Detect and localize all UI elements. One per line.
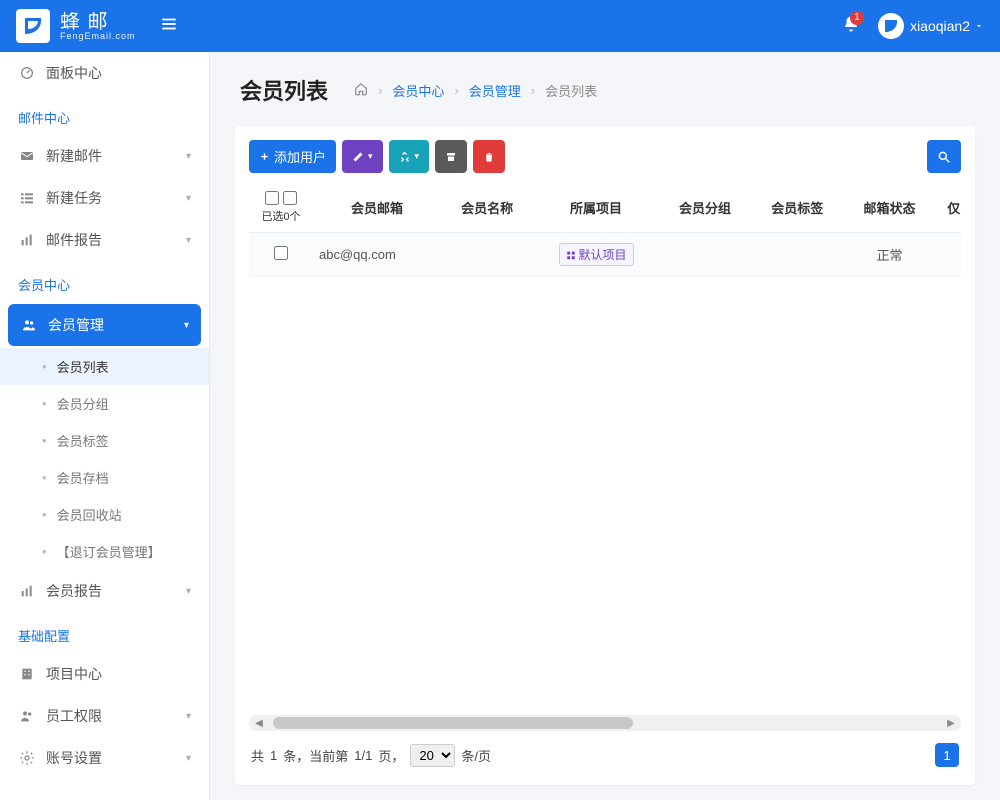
select-all-checkbox[interactable] [265, 191, 279, 205]
search-button[interactable] [927, 140, 961, 173]
col-name: 会员名称 [441, 183, 533, 233]
scrollbar-thumb[interactable] [273, 717, 633, 729]
col-extra: 仅 [936, 183, 961, 233]
dashboard-icon [18, 65, 36, 81]
chevron-down-icon: ▾ [186, 753, 191, 764]
sidebar-item-label: 员工权限 [46, 706, 102, 726]
chevron-down-icon: ▾ [186, 711, 191, 722]
sidebar-item-label: 邮件报告 [46, 230, 102, 250]
col-tag: 会员标签 [751, 183, 843, 233]
sidebar-item-member-report[interactable]: 会员报告 ▾ [0, 570, 209, 612]
sidebar-item-label: 面板中心 [46, 63, 102, 83]
pagination: 共 1 条，当前第 1/1 页， 20 条/页 1 [249, 731, 961, 771]
sidebar-item-member-manage[interactable]: 会员管理 ▾ [8, 304, 201, 346]
cell-status: 正常 [843, 233, 935, 277]
chart-icon [18, 583, 36, 599]
list-icon [18, 190, 36, 206]
sidebar-item-label: 项目中心 [46, 664, 102, 684]
chevron-down-icon: ▾ [184, 320, 189, 331]
col-group: 会员分组 [659, 183, 751, 233]
gear-icon [18, 750, 36, 766]
sidebar-sub-member-archive[interactable]: 会员存档 [0, 459, 209, 496]
chart-icon [18, 232, 36, 248]
sidebar-item-new-mail[interactable]: 新建邮件 ▾ [0, 135, 209, 177]
col-project: 所属项目 [533, 183, 658, 233]
sidebar-sub-unsubscribe[interactable]: 【退订会员管理】 [0, 533, 209, 570]
page-size-select[interactable]: 20 [410, 744, 455, 767]
sidebar-item-mail-report[interactable]: 邮件报告 ▾ [0, 219, 209, 261]
building-icon [18, 666, 36, 682]
chevron-down-icon: ▾ [186, 235, 191, 246]
brand-text: 蜂 邮 FengEmail.com [60, 12, 136, 41]
top-bar: 蜂 邮 FengEmail.com 1 xiaoqian2 [0, 0, 1000, 52]
sidebar-sub-member-list[interactable]: 会员列表 [0, 348, 209, 385]
envelope-icon [18, 148, 36, 164]
avatar [878, 13, 904, 39]
chevron-down-icon: ▾ [186, 193, 191, 204]
toolbar: 添加用户 ▾ ▾ [249, 140, 961, 173]
cell-group [659, 233, 751, 277]
sidebar-section-mail: 邮件中心 [0, 94, 209, 135]
cell-name [441, 233, 533, 277]
sidebar-sub-member-group[interactable]: 会员分组 [0, 385, 209, 422]
users-icon [20, 317, 38, 333]
chevron-down-icon: ▾ [186, 586, 191, 597]
users-icon [18, 708, 36, 724]
hamburger-menu-icon[interactable] [160, 15, 178, 38]
member-table: 已选0个 会员邮箱 会员名称 所属项目 会员分组 会员标签 邮箱状态 仅 操作 [249, 183, 961, 277]
sidebar-section-base: 基础配置 [0, 612, 209, 653]
project-tag[interactable]: 默认项目 [559, 243, 634, 266]
page-title: 会员列表 [240, 74, 328, 106]
scroll-left-icon[interactable]: ◀ [251, 715, 267, 731]
page-header: 会员列表 › 会员中心 › 会员管理 › 会员列表 [210, 52, 1000, 126]
sidebar-item-label: 账号设置 [46, 748, 102, 768]
scroll-right-icon[interactable]: ▶ [943, 715, 959, 731]
sidebar-sub-member-tag[interactable]: 会员标签 [0, 422, 209, 459]
sidebar-section-member: 会员中心 [0, 261, 209, 302]
user-menu[interactable]: xiaoqian2 [878, 13, 984, 39]
sidebar-item-account[interactable]: 账号设置 ▾ [0, 737, 209, 779]
logo[interactable] [16, 9, 50, 43]
horizontal-scrollbar[interactable]: ◀ ▶ [249, 715, 961, 731]
delete-button[interactable] [473, 140, 505, 173]
page-number-button[interactable]: 1 [935, 743, 959, 767]
col-email: 会员邮箱 [313, 183, 441, 233]
sidebar: 面板中心 邮件中心 新建邮件 ▾ 新建任务 ▾ 邮件报告 ▾ 会员中心 会员管理… [0, 52, 210, 800]
notification-badge: 1 [850, 11, 864, 25]
cell-tag [751, 233, 843, 277]
home-icon[interactable] [354, 82, 368, 99]
selected-count: 已选0个 [261, 208, 300, 224]
sidebar-item-label: 新建邮件 [46, 146, 102, 166]
sidebar-item-dashboard[interactable]: 面板中心 [0, 52, 209, 94]
add-user-button[interactable]: 添加用户 [249, 140, 336, 173]
sidebar-item-new-task[interactable]: 新建任务 ▾ [0, 177, 209, 219]
archive-button[interactable] [435, 140, 467, 173]
edit-button[interactable]: ▾ [342, 140, 383, 173]
col-status: 邮箱状态 [843, 183, 935, 233]
recycle-button[interactable]: ▾ [389, 140, 430, 173]
sidebar-item-project[interactable]: 项目中心 [0, 653, 209, 695]
breadcrumb-link[interactable]: 会员管理 [469, 81, 521, 100]
chevron-down-icon: ▾ [186, 151, 191, 162]
cell-email: abc@qq.com [313, 233, 441, 277]
username: xiaoqian2 [910, 18, 970, 34]
sidebar-item-label: 新建任务 [46, 188, 102, 208]
select-page-checkbox[interactable] [283, 191, 297, 205]
breadcrumb-link[interactable]: 会员中心 [392, 81, 444, 100]
breadcrumb-current: 会员列表 [545, 81, 597, 100]
sidebar-item-label: 会员管理 [48, 315, 104, 335]
sidebar-item-staff[interactable]: 员工权限 ▾ [0, 695, 209, 737]
main-panel: 添加用户 ▾ ▾ [235, 126, 975, 785]
table-row: abc@qq.com 默认项目 正常 [249, 233, 961, 277]
breadcrumb: › 会员中心 › 会员管理 › 会员列表 [354, 81, 597, 100]
sidebar-item-label: 会员报告 [46, 581, 102, 601]
sidebar-sub-member-recycle[interactable]: 会员回收站 [0, 496, 209, 533]
notification-bell[interactable]: 1 [842, 15, 860, 38]
row-checkbox[interactable] [274, 246, 288, 260]
